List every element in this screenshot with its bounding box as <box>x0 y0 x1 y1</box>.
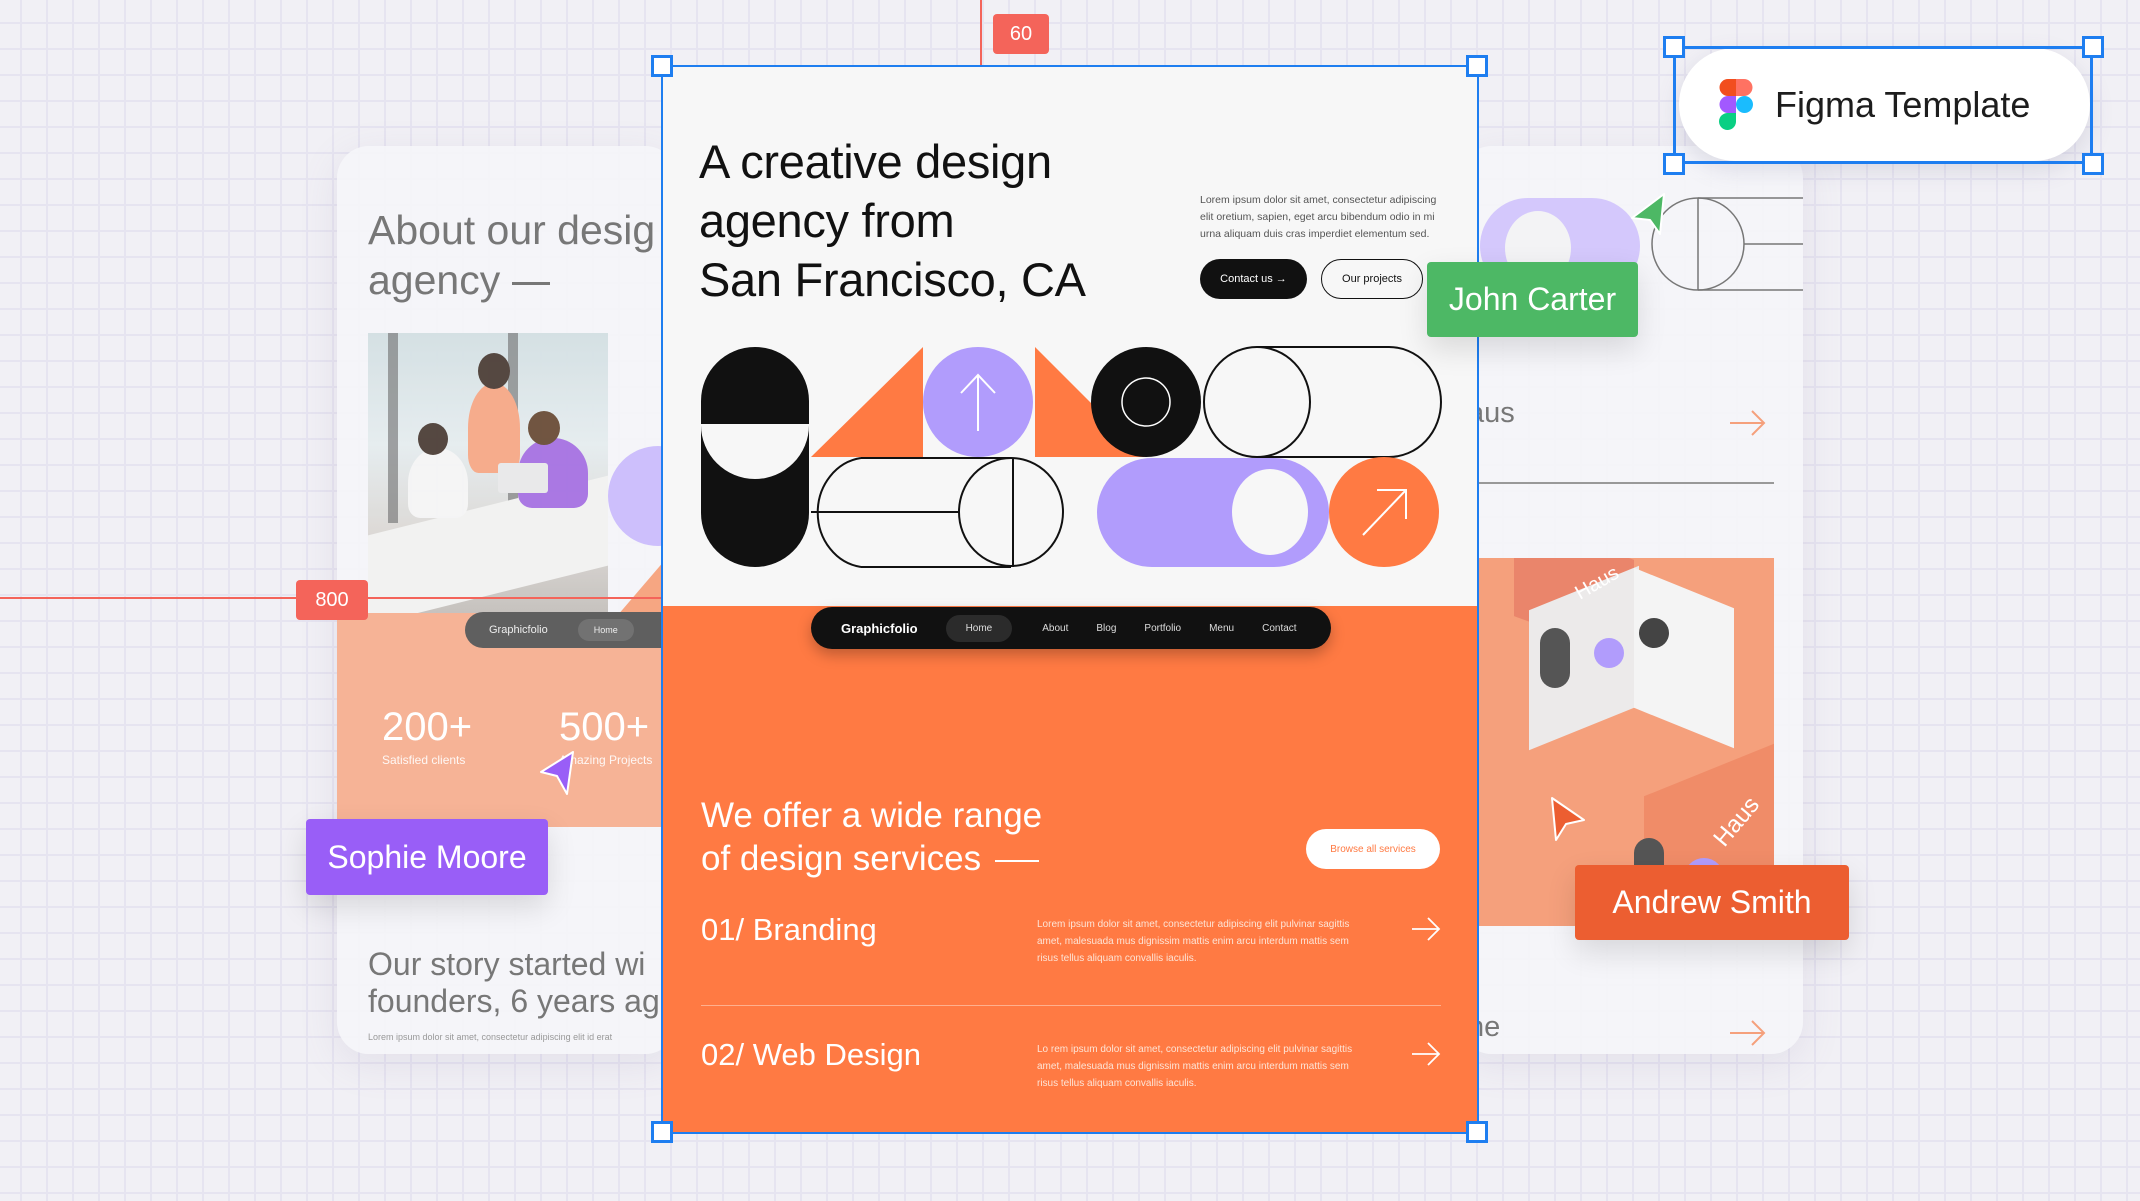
services-title-line-1: We offer a wide range <box>701 796 1043 835</box>
arrow-right-icon[interactable] <box>1411 1041 1441 1067</box>
divider <box>1474 482 1774 484</box>
about-title-line-2: agency <box>368 257 501 303</box>
browse-all-services-button[interactable]: Browse all services <box>1306 829 1440 869</box>
photo-person-head <box>418 423 448 455</box>
team-photo <box>368 333 608 613</box>
box-circle-graphic <box>1594 638 1624 668</box>
selected-frame-homepage[interactable]: A creative design agency from San Franci… <box>661 65 1479 1134</box>
nav-brand-logo[interactable]: Graphicfolio <box>841 621 918 636</box>
orange-triangle-left <box>811 347 923 457</box>
black-capsule-shape <box>701 347 809 567</box>
resize-handle-top-left[interactable] <box>1663 36 1685 58</box>
photo-person-head <box>478 353 510 389</box>
service-name: 02/ Web Design <box>701 1037 921 1072</box>
stat-projects-value: 500+ <box>559 705 650 749</box>
cursor-label-andrew-smith: Andrew Smith <box>1575 865 1849 940</box>
hero-title-line: agency from <box>699 194 955 247</box>
hero-title-line: San Francisco, CA <box>699 253 1086 306</box>
measure-line-vertical <box>980 0 982 67</box>
ghost-navbar: Graphicfolio Home A <box>465 612 677 648</box>
photo-person-standing <box>468 383 520 473</box>
background-page-card-about[interactable]: About our desig agency 200+ Satisfied cl… <box>337 146 677 1054</box>
nav-item-about[interactable]: About <box>1042 623 1068 634</box>
title-dash <box>512 281 551 285</box>
black-ring-shape <box>1091 347 1201 457</box>
hero-title: A creative design agency from San Franci… <box>699 132 1159 309</box>
contact-us-button[interactable]: Contact us → <box>1200 259 1307 299</box>
photo-person-seated-left <box>408 448 468 518</box>
services-title-line-2: of design services <box>701 839 982 878</box>
badge-selection-outline <box>1673 46 2093 164</box>
outline-cylinder-bottom <box>811 457 1064 568</box>
photo-person-head <box>528 411 560 445</box>
hero-geometric-illustration <box>701 346 1442 568</box>
main-navbar: Graphicfolio Home About Blog Portfolio M… <box>811 607 1331 649</box>
resize-handle-bottom-right[interactable] <box>2082 153 2104 175</box>
services-title: We offer a wide range of design services <box>701 794 1121 880</box>
purple-circle-up-arrow <box>923 347 1033 457</box>
nav-item-contact[interactable]: Contact <box>1262 623 1296 634</box>
title-dash <box>995 859 1040 862</box>
arrow-right-icon[interactable] <box>1411 916 1441 942</box>
resize-handle-top-right[interactable] <box>1466 55 1488 77</box>
resize-handle-bottom-left[interactable] <box>651 1121 673 1143</box>
stat-clients-value: 200+ <box>382 705 473 749</box>
story-title: Our story started wi founders, 6 years a… <box>368 946 660 1020</box>
cursor-john-carter-icon <box>1631 193 1665 235</box>
measure-tag-horizontal: 800 <box>296 580 368 620</box>
arrow-right-icon[interactable] <box>1728 1018 1768 1048</box>
stat-clients-label: Satisfied clients <box>382 753 466 767</box>
service-divider <box>701 1005 1441 1006</box>
service-description: Lo rem ipsum dolor sit amet, consectetur… <box>1037 1044 1353 1089</box>
service-row-branding[interactable]: 01/ Branding Lorem ipsum dolor sit amet,… <box>701 912 1441 972</box>
about-title-line-1: About our desig <box>368 207 656 253</box>
ghost-nav-home: Home <box>577 619 634 641</box>
service-row-web-design[interactable]: 02/ Web Design Lo rem ipsum dolor sit am… <box>701 1037 1441 1097</box>
story-title-line-2: founders, 6 years ag <box>368 983 660 1019</box>
box-circle-graphic <box>1639 618 1669 648</box>
service-name: 01/ Branding <box>701 912 877 947</box>
ghost-nav-brand: Graphicfolio <box>489 624 548 636</box>
purple-pill-shape <box>1097 458 1329 567</box>
nav-item-portfolio[interactable]: Portfolio <box>1144 623 1181 634</box>
resize-handle-bottom-left[interactable] <box>1663 153 1685 175</box>
outline-cylinder-shape <box>1651 197 1803 291</box>
resize-handle-top-left[interactable] <box>651 55 673 77</box>
about-title: About our desig agency <box>368 205 655 305</box>
our-projects-button[interactable]: Our projects <box>1321 259 1423 299</box>
photo-laptop <box>498 463 548 493</box>
outline-cylinder-top <box>1203 346 1442 458</box>
nav-item-home[interactable]: Home <box>945 614 1013 642</box>
nav-item-menu[interactable]: Menu <box>1209 623 1234 634</box>
cursor-sophie-moore-icon <box>540 751 574 795</box>
hero-description: Lorem ipsum dolor sit amet, consectetur … <box>1200 194 1437 240</box>
cursor-label-john-carter: John Carter <box>1427 262 1638 337</box>
box-pill-graphic <box>1540 628 1570 688</box>
measure-tag-vertical: 60 <box>993 14 1049 54</box>
orange-circle-diagonal-arrow <box>1329 457 1439 567</box>
nav-item-blog[interactable]: Blog <box>1096 623 1116 634</box>
arrow-right-icon[interactable] <box>1728 408 1768 438</box>
cursor-label-sophie-moore: Sophie Moore <box>306 819 548 895</box>
hero-title-line: A creative design <box>699 135 1052 188</box>
photo-window-frame <box>388 333 398 523</box>
story-text: Lorem ipsum dolor sit amet, consectetur … <box>368 1032 613 1042</box>
cursor-andrew-smith-icon <box>1551 797 1585 841</box>
resize-handle-top-right[interactable] <box>2082 36 2104 58</box>
box-face-right <box>1634 567 1734 749</box>
story-title-line-1: Our story started wi <box>368 946 646 982</box>
resize-handle-bottom-right[interactable] <box>1466 1121 1488 1143</box>
service-description: Lorem ipsum dolor sit amet, consectetur … <box>1037 919 1350 964</box>
